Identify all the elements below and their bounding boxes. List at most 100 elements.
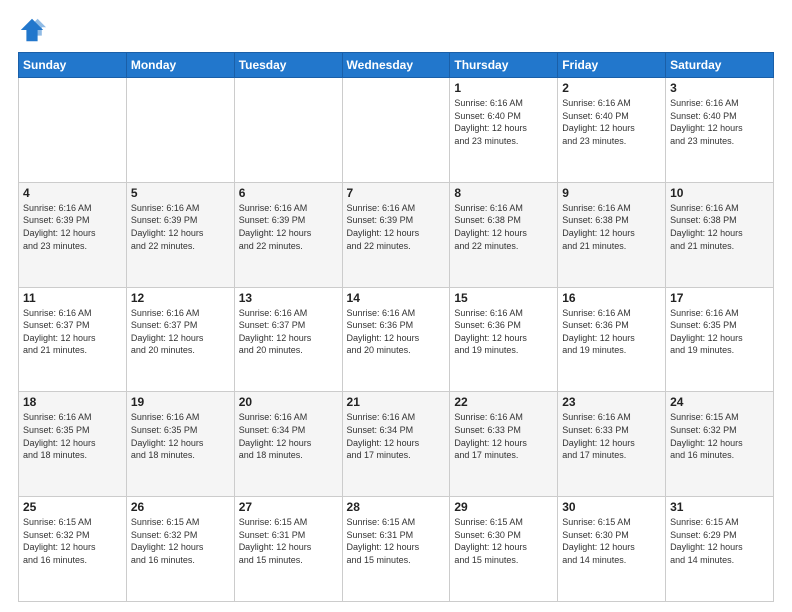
calendar-cell: 16 Sunrise: 6:16 AM Sunset: 6:36 PM Dayli… [558,287,666,392]
weekday-header-wednesday: Wednesday [342,53,450,78]
day-info: Sunrise: 6:16 AM Sunset: 6:38 PM Dayligh… [562,202,661,252]
weekday-header-monday: Monday [126,53,234,78]
weekday-header-thursday: Thursday [450,53,558,78]
calendar-cell [126,78,234,183]
day-number: 17 [670,291,769,305]
calendar-cell: 13 Sunrise: 6:16 AM Sunset: 6:37 PM Dayli… [234,287,342,392]
weekday-header-saturday: Saturday [666,53,774,78]
calendar-table: SundayMondayTuesdayWednesdayThursdayFrid… [18,52,774,602]
day-number: 13 [239,291,338,305]
day-number: 4 [23,186,122,200]
day-number: 15 [454,291,553,305]
calendar-header: SundayMondayTuesdayWednesdayThursdayFrid… [19,53,774,78]
calendar-cell: 21Sunrise: 6:16 AM Sunset: 6:34 PM Dayli… [342,392,450,497]
calendar-cell: 6 Sunrise: 6:16 AM Sunset: 6:39 PM Daylig… [234,182,342,287]
calendar-cell [234,78,342,183]
day-number: 23 [562,395,661,409]
day-number: 12 [131,291,230,305]
day-number: 29 [454,500,553,514]
week-row-2: 4 Sunrise: 6:16 AM Sunset: 6:39 PM Daylig… [19,182,774,287]
calendar-cell: 30Sunrise: 6:15 AM Sunset: 6:30 PM Dayli… [558,497,666,602]
calendar-cell: 22 Sunrise: 6:16 AM Sunset: 6:33 PM Dayli… [450,392,558,497]
calendar-cell: 27 Sunrise: 6:15 AM Sunset: 6:31 PM Dayli… [234,497,342,602]
day-info: Sunrise: 6:16 AM Sunset: 6:40 PM Dayligh… [670,97,769,147]
calendar-cell [19,78,127,183]
day-info: Sunrise: 6:16 AM Sunset: 6:40 PM Dayligh… [562,97,661,147]
day-number: 8 [454,186,553,200]
day-info: Sunrise: 6:16 AM Sunset: 6:37 PM Dayligh… [131,307,230,357]
day-info: Sunrise: 6:16 AM Sunset: 6:33 PM Dayligh… [454,411,553,461]
day-info: Sunrise: 6:15 AM Sunset: 6:29 PM Dayligh… [670,516,769,566]
calendar-cell [342,78,450,183]
day-info: Sunrise: 6:16 AM Sunset: 6:34 PM Dayligh… [239,411,338,461]
logo-icon [18,16,46,44]
calendar-cell: 24 Sunrise: 6:15 AM Sunset: 6:32 PM Dayli… [666,392,774,497]
day-info: Sunrise: 6:16 AM Sunset: 6:39 PM Dayligh… [23,202,122,252]
day-number: 28 [347,500,446,514]
calendar-cell: 28Sunrise: 6:15 AM Sunset: 6:31 PM Dayli… [342,497,450,602]
day-info: Sunrise: 6:16 AM Sunset: 6:38 PM Dayligh… [670,202,769,252]
day-info: Sunrise: 6:15 AM Sunset: 6:32 PM Dayligh… [670,411,769,461]
day-number: 25 [23,500,122,514]
day-number: 9 [562,186,661,200]
day-info: Sunrise: 6:16 AM Sunset: 6:35 PM Dayligh… [23,411,122,461]
day-info: Sunrise: 6:15 AM Sunset: 6:32 PM Dayligh… [131,516,230,566]
header [18,16,774,44]
day-info: Sunrise: 6:16 AM Sunset: 6:39 PM Dayligh… [239,202,338,252]
calendar-cell: 9 Sunrise: 6:16 AM Sunset: 6:38 PM Daylig… [558,182,666,287]
day-info: Sunrise: 6:16 AM Sunset: 6:36 PM Dayligh… [454,307,553,357]
week-row-1: 1 Sunrise: 6:16 AM Sunset: 6:40 PM Daylig… [19,78,774,183]
calendar-cell: 23 Sunrise: 6:16 AM Sunset: 6:33 PM Dayli… [558,392,666,497]
calendar-cell: 20 Sunrise: 6:16 AM Sunset: 6:34 PM Dayli… [234,392,342,497]
calendar-cell: 10Sunrise: 6:16 AM Sunset: 6:38 PM Dayli… [666,182,774,287]
day-number: 18 [23,395,122,409]
day-number: 20 [239,395,338,409]
day-number: 3 [670,81,769,95]
day-info: Sunrise: 6:15 AM Sunset: 6:31 PM Dayligh… [239,516,338,566]
calendar-cell: 8 Sunrise: 6:16 AM Sunset: 6:38 PM Daylig… [450,182,558,287]
day-info: Sunrise: 6:16 AM Sunset: 6:36 PM Dayligh… [562,307,661,357]
week-row-4: 18 Sunrise: 6:16 AM Sunset: 6:35 PM Dayli… [19,392,774,497]
day-number: 31 [670,500,769,514]
calendar-body: 1 Sunrise: 6:16 AM Sunset: 6:40 PM Daylig… [19,78,774,602]
day-number: 16 [562,291,661,305]
weekday-row: SundayMondayTuesdayWednesdayThursdayFrid… [19,53,774,78]
day-number: 14 [347,291,446,305]
calendar-cell: 25Sunrise: 6:15 AM Sunset: 6:32 PM Dayli… [19,497,127,602]
day-number: 24 [670,395,769,409]
calendar-cell: 14Sunrise: 6:16 AM Sunset: 6:36 PM Dayli… [342,287,450,392]
calendar-cell: 7 Sunrise: 6:16 AM Sunset: 6:39 PM Daylig… [342,182,450,287]
day-info: Sunrise: 6:16 AM Sunset: 6:37 PM Dayligh… [239,307,338,357]
day-number: 11 [23,291,122,305]
day-number: 6 [239,186,338,200]
day-number: 27 [239,500,338,514]
day-info: Sunrise: 6:16 AM Sunset: 6:37 PM Dayligh… [23,307,122,357]
day-number: 22 [454,395,553,409]
day-number: 26 [131,500,230,514]
day-info: Sunrise: 6:15 AM Sunset: 6:30 PM Dayligh… [562,516,661,566]
day-info: Sunrise: 6:16 AM Sunset: 6:35 PM Dayligh… [131,411,230,461]
calendar-cell: 11 Sunrise: 6:16 AM Sunset: 6:37 PM Dayli… [19,287,127,392]
day-number: 2 [562,81,661,95]
day-info: Sunrise: 6:16 AM Sunset: 6:35 PM Dayligh… [670,307,769,357]
day-number: 19 [131,395,230,409]
calendar-cell: 1Sunrise: 6:16 AM Sunset: 6:40 PM Daylig… [450,78,558,183]
week-row-5: 25 Sunrise: 6:15 AM Sunset: 6:32 PM Dayli… [19,497,774,602]
day-info: Sunrise: 6:16 AM Sunset: 6:38 PM Dayligh… [454,202,553,252]
weekday-header-tuesday: Tuesday [234,53,342,78]
calendar-cell: 12 Sunrise: 6:16 AM Sunset: 6:37 PM Dayli… [126,287,234,392]
weekday-header-sunday: Sunday [19,53,127,78]
calendar-cell: 2 Sunrise: 6:16 AM Sunset: 6:40 PM Daylig… [558,78,666,183]
day-number: 1 [454,81,553,95]
day-info: Sunrise: 6:16 AM Sunset: 6:33 PM Dayligh… [562,411,661,461]
calendar-cell: 3 Sunrise: 6:16 AM Sunset: 6:40 PM Daylig… [666,78,774,183]
day-info: Sunrise: 6:16 AM Sunset: 6:39 PM Dayligh… [347,202,446,252]
calendar-cell: 18 Sunrise: 6:16 AM Sunset: 6:35 PM Dayli… [19,392,127,497]
calendar-cell: 29 Sunrise: 6:15 AM Sunset: 6:30 PM Dayli… [450,497,558,602]
weekday-header-friday: Friday [558,53,666,78]
day-info: Sunrise: 6:15 AM Sunset: 6:30 PM Dayligh… [454,516,553,566]
day-info: Sunrise: 6:16 AM Sunset: 6:39 PM Dayligh… [131,202,230,252]
calendar-cell: 26 Sunrise: 6:15 AM Sunset: 6:32 PM Dayli… [126,497,234,602]
day-number: 7 [347,186,446,200]
calendar-cell: 17 Sunrise: 6:16 AM Sunset: 6:35 PM Dayli… [666,287,774,392]
